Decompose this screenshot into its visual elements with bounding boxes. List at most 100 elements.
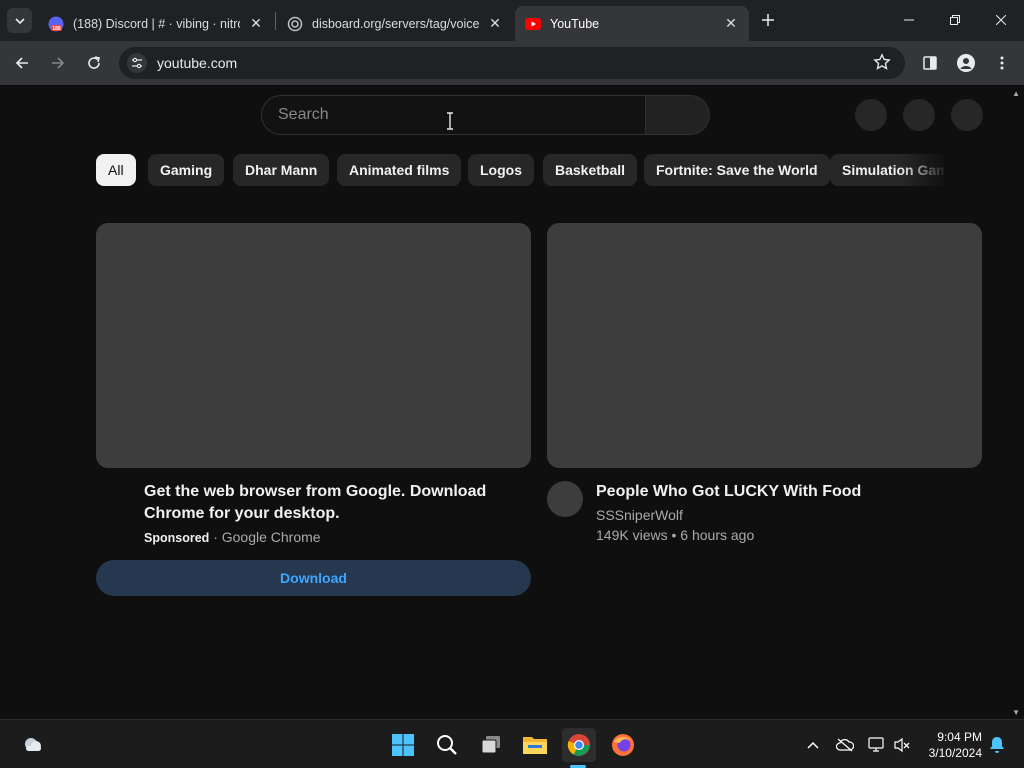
chrome-taskbar-button[interactable] [562, 728, 596, 762]
chevron-up-icon [807, 741, 819, 749]
close-window-button[interactable] [978, 0, 1024, 40]
video-thumbnail[interactable] [547, 223, 982, 468]
scroll-up-arrow-icon[interactable]: ▲ [1012, 89, 1020, 98]
reload-icon [88, 56, 100, 69]
clock-date: 3/10/2024 [928, 746, 982, 760]
folder-icon [523, 737, 547, 754]
network-tray-button[interactable] [866, 734, 888, 756]
arrow-left-icon [15, 57, 28, 69]
meta-separator: · [213, 529, 218, 545]
cloud-offline-icon [836, 738, 854, 752]
taskbar-search-button[interactable] [430, 728, 464, 762]
chip-gaming[interactable]: Gaming [148, 154, 225, 186]
close-tab-icon[interactable]: ✕ [723, 15, 739, 32]
taskbar-clock[interactable]: 9:04 PM 3/10/2024 [916, 729, 982, 761]
video-channel-name[interactable]: SSSniperWolf [596, 507, 683, 523]
weather-widget-button[interactable] [16, 728, 50, 762]
windows-taskbar: 9:04 PM 3/10/2024 [0, 719, 1024, 768]
firefox-icon [612, 734, 634, 756]
sponsored-label: Sponsored [144, 531, 210, 545]
discord-icon: 188 [48, 16, 64, 32]
search-placeholder: Search [278, 106, 329, 123]
tab-disboard[interactable]: disboard.org/servers/tag/voice ✕ [277, 6, 513, 41]
file-explorer-button[interactable] [518, 728, 552, 762]
site-info-button[interactable] [127, 53, 147, 73]
filter-chips-bar: All Gaming Dhar Mann Animated films Logo… [96, 154, 944, 187]
tab-title: disboard.org/servers/tag/voice [312, 16, 479, 31]
forward-button[interactable] [44, 49, 72, 77]
chip-all[interactable]: All [96, 154, 136, 186]
reload-button[interactable] [80, 49, 108, 77]
tab-separator [275, 12, 276, 30]
channel-avatar[interactable] [547, 481, 583, 517]
browser-toolbar: youtube.com [0, 41, 1024, 85]
new-tab-button[interactable] [757, 9, 779, 31]
close-icon [996, 15, 1006, 25]
tune-icon [132, 57, 142, 69]
video-title[interactable]: People Who Got LUCKY With Food [596, 481, 976, 503]
restore-icon [950, 15, 960, 25]
search-icon [437, 735, 457, 755]
close-tab-icon[interactable]: ✕ [248, 15, 264, 32]
meta-separator: • [671, 527, 677, 543]
chip-fortnite[interactable]: Fortnite: Save the World [644, 154, 830, 186]
youtube-search-button[interactable] [646, 95, 710, 135]
youtube-icon [525, 16, 541, 32]
text-cursor-icon [447, 112, 453, 130]
bookmark-star-button[interactable] [873, 53, 891, 76]
video-age: 6 hours ago [680, 527, 755, 543]
address-bar[interactable]: youtube.com [119, 47, 905, 79]
restore-button[interactable] [932, 0, 978, 40]
close-tab-icon[interactable]: ✕ [487, 15, 503, 32]
chip-animated-films[interactable]: Animated films [337, 154, 462, 186]
bell-icon [990, 737, 1004, 753]
video-stats: 149K views • 6 hours ago [596, 527, 754, 543]
volume-muted-icon [894, 737, 910, 753]
account-avatar-button[interactable] [951, 99, 983, 131]
tab-title: (188) Discord | # · vibing · nitro [73, 16, 240, 31]
start-button[interactable] [386, 728, 420, 762]
svg-text:188: 188 [52, 26, 61, 32]
tab-search-button[interactable] [7, 8, 32, 33]
volume-tray-button[interactable] [891, 734, 913, 756]
weather-cloud-icon [25, 738, 41, 751]
profile-button[interactable] [952, 49, 980, 77]
youtube-page: ▲ ▼ Search All Gaming Dhar Mann Animated… [0, 85, 1024, 719]
disboard-icon [287, 16, 303, 32]
chevron-down-icon [14, 17, 25, 24]
firefox-taskbar-button[interactable] [606, 728, 640, 762]
tab-youtube[interactable]: YouTube ✕ [515, 6, 749, 41]
scroll-down-arrow-icon[interactable]: ▼ [1012, 708, 1020, 717]
ad-thumbnail[interactable] [96, 223, 531, 468]
notification-center-button[interactable] [986, 734, 1008, 756]
chip-dhar-mann[interactable]: Dhar Mann [233, 154, 330, 186]
show-hidden-icons-button[interactable] [802, 734, 824, 756]
notifications-button[interactable] [903, 99, 935, 131]
arrow-right-icon [52, 57, 65, 69]
chrome-icon [567, 734, 590, 756]
side-panel-button[interactable] [916, 49, 944, 77]
tab-discord[interactable]: 188 (188) Discord | # · vibing · nitro ✕ [38, 6, 274, 41]
task-view-button[interactable] [474, 728, 508, 762]
minimize-button[interactable] [886, 0, 932, 40]
star-icon [873, 53, 891, 70]
create-button[interactable] [855, 99, 887, 131]
plus-icon [762, 14, 774, 26]
chip-basketball[interactable]: Basketball [543, 154, 638, 186]
side-panel-icon [923, 56, 937, 70]
back-button[interactable] [8, 49, 36, 77]
ad-title[interactable]: Get the web browser from Google. Downloa… [144, 481, 504, 525]
task-view-icon [481, 736, 500, 754]
ad-advertiser[interactable]: Google Chrome [222, 529, 321, 545]
chrome-menu-button[interactable] [988, 49, 1016, 77]
ad-meta: Sponsored · Google Chrome [144, 529, 321, 545]
person-icon [957, 54, 975, 72]
tab-title: YouTube [550, 16, 600, 31]
windows-logo-icon [392, 734, 414, 756]
onedrive-tray-button[interactable] [834, 734, 856, 756]
url-text: youtube.com [157, 55, 238, 71]
ad-download-button[interactable]: Download [96, 560, 531, 596]
network-icon [868, 737, 884, 752]
chip-logos[interactable]: Logos [468, 154, 534, 186]
browser-tab-bar: 188 (188) Discord | # · vibing · nitro ✕… [0, 0, 1024, 41]
